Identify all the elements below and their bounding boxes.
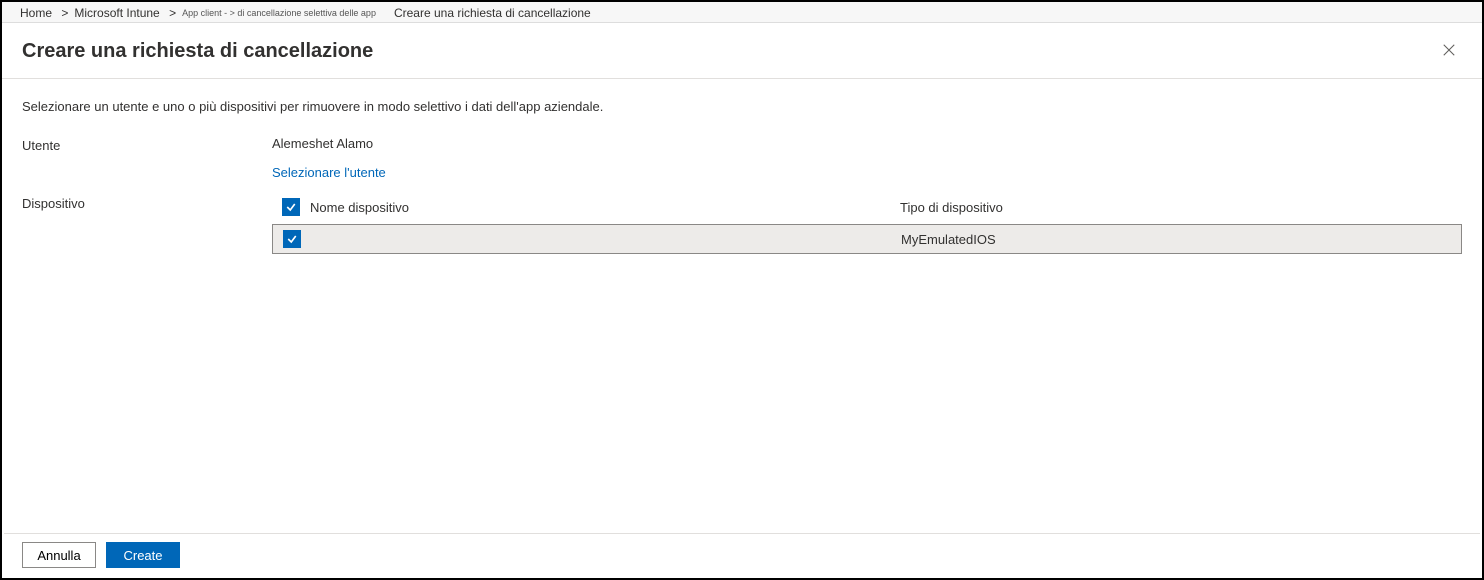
select-all-checkbox[interactable] [282, 198, 300, 216]
device-type-cell: MyEmulatedIOS [901, 232, 1461, 247]
panel-footer: Annulla Create [4, 533, 1480, 578]
user-label: Utente [22, 136, 272, 153]
select-user-link[interactable]: Selezionare l'utente [272, 165, 1462, 180]
breadcrumb-sep: > [166, 6, 176, 20]
close-icon[interactable] [1436, 37, 1462, 66]
device-table-header: Nome dispositivo Tipo di dispositivo [272, 194, 1462, 224]
breadcrumb: Home > Microsoft Intune > App client - >… [2, 2, 1482, 23]
create-button[interactable]: Create [106, 542, 180, 568]
page-title: Creare una richiesta di cancellazione [22, 40, 373, 63]
device-label: Dispositivo [22, 194, 272, 211]
user-name-value: Alemeshet Alamo [272, 136, 1462, 151]
breadcrumb-current: Creare una richiesta di cancellazione [394, 6, 591, 20]
row-checkbox[interactable] [283, 230, 301, 248]
device-row: Dispositivo Nome dispositivo Tipo di dis… [22, 194, 1462, 254]
breadcrumb-home[interactable]: Home [20, 6, 52, 20]
user-row: Utente Alemeshet Alamo Selezionare l'ute… [22, 136, 1462, 180]
breadcrumb-sep: > [58, 6, 68, 20]
table-row[interactable]: MyEmulatedIOS [272, 224, 1462, 254]
breadcrumb-intune[interactable]: Microsoft Intune [74, 6, 159, 20]
device-header-name[interactable]: Nome dispositivo [310, 200, 900, 215]
device-header-type[interactable]: Tipo di dispositivo [900, 200, 1462, 215]
panel-header: Creare una richiesta di cancellazione [2, 23, 1482, 79]
panel-content: Selezionare un utente e uno o più dispos… [2, 79, 1482, 254]
description-text: Selezionare un utente e uno o più dispos… [22, 99, 1462, 114]
breadcrumb-appclient[interactable]: App client - > di cancellazione selettiv… [182, 8, 376, 18]
cancel-button[interactable]: Annulla [22, 542, 96, 568]
